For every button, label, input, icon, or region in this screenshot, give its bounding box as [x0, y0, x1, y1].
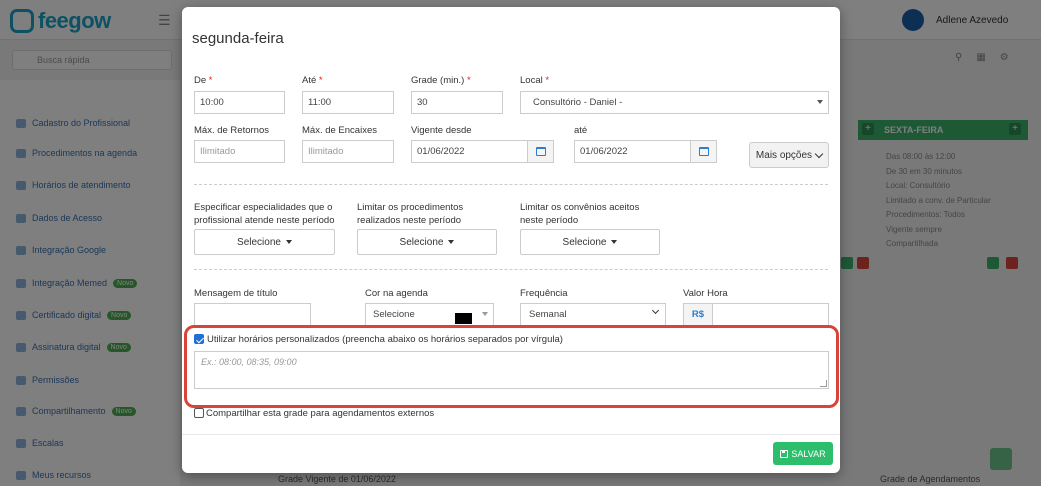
custom-hours-textarea[interactable]: Ex.: 08:00, 08:35, 09:00 [194, 351, 829, 389]
save-button[interactable]: SALVAR [773, 442, 833, 465]
chevron-down-icon [482, 312, 488, 316]
local-select[interactable]: Consultório - Daniel - [520, 91, 829, 114]
chevron-down-icon [814, 149, 824, 158]
caret-down-icon [448, 240, 455, 244]
mensagem-label: Mensagem de título [194, 288, 278, 299]
modal-footer-divider [182, 434, 840, 435]
especialidades-label: Especificar especialidades que o profiss… [194, 202, 335, 226]
custom-hours-label: Utilizar horários personalizados (preenc… [207, 334, 563, 345]
currency-prefix: R$ [683, 303, 713, 326]
required-mark: * [545, 75, 550, 86]
ate-date-label: até [574, 125, 588, 136]
caret-down-icon [285, 240, 292, 244]
vigente-desde-input[interactable]: 01/06/2022 [411, 140, 528, 163]
procedimentos-dropdown[interactable]: Selecione [357, 229, 497, 255]
calendar-icon [698, 147, 709, 156]
chevron-down-icon [817, 100, 823, 104]
calendar-button[interactable] [690, 140, 717, 163]
de-input[interactable]: 10:00 [194, 91, 285, 114]
max-retornos-input[interactable]: Ilimitado [194, 140, 285, 163]
save-icon [780, 449, 789, 458]
frequencia-select[interactable]: Semanal [520, 303, 666, 326]
max-retornos-label: Máx. de Retornos [194, 125, 269, 136]
ate-input[interactable]: 11:00 [302, 91, 394, 114]
grade-input[interactable]: 30 [411, 91, 503, 114]
color-swatch[interactable] [455, 313, 472, 324]
section-divider [194, 269, 828, 270]
more-options-button[interactable]: Mais opções [749, 142, 829, 168]
schedule-modal: segunda-feira De * 10:00 Até * 11:00 Gra… [182, 7, 840, 473]
local-label: Local * [520, 75, 550, 86]
convenios-label: Limitar os convênios aceitos neste perío… [520, 202, 640, 226]
grade-label: Grade (min.) * [411, 75, 471, 86]
resize-handle-icon[interactable] [820, 380, 827, 387]
valor-hora-label: Valor Hora [683, 288, 728, 299]
chevron-down-icon [651, 306, 660, 315]
calendar-button[interactable] [527, 140, 554, 163]
mensagem-input[interactable] [194, 303, 311, 326]
max-encaixes-input[interactable]: Ilimitado [302, 140, 394, 163]
procedimentos-label: Limitar os procedimentos realizados nest… [357, 202, 464, 226]
vigente-desde-label: Vigente desde [411, 125, 472, 136]
color-picker[interactable]: Selecione [365, 303, 494, 326]
section-divider [194, 184, 828, 185]
max-encaixes-label: Máx. de Encaixes [302, 125, 377, 136]
custom-hours-checkbox[interactable] [194, 334, 204, 344]
required-mark: * [318, 75, 323, 86]
cor-label: Cor na agenda [365, 288, 428, 299]
convenios-dropdown[interactable]: Selecione [520, 229, 660, 255]
especialidades-dropdown[interactable]: Selecione [194, 229, 335, 255]
de-label: De * [194, 75, 213, 86]
share-grade-checkbox[interactable] [194, 408, 204, 418]
calendar-icon [535, 147, 546, 156]
share-grade-label: Compartilhar esta grade para agendamento… [206, 408, 435, 419]
caret-down-icon [611, 240, 618, 244]
valor-hora-input[interactable] [712, 303, 829, 326]
ate-label: Até * [302, 75, 323, 86]
required-mark: * [466, 75, 471, 86]
frequencia-label: Frequência [520, 288, 568, 299]
ate-date-input[interactable]: 01/06/2022 [574, 140, 691, 163]
modal-title: segunda-feira [192, 30, 284, 47]
required-mark: * [208, 75, 213, 86]
